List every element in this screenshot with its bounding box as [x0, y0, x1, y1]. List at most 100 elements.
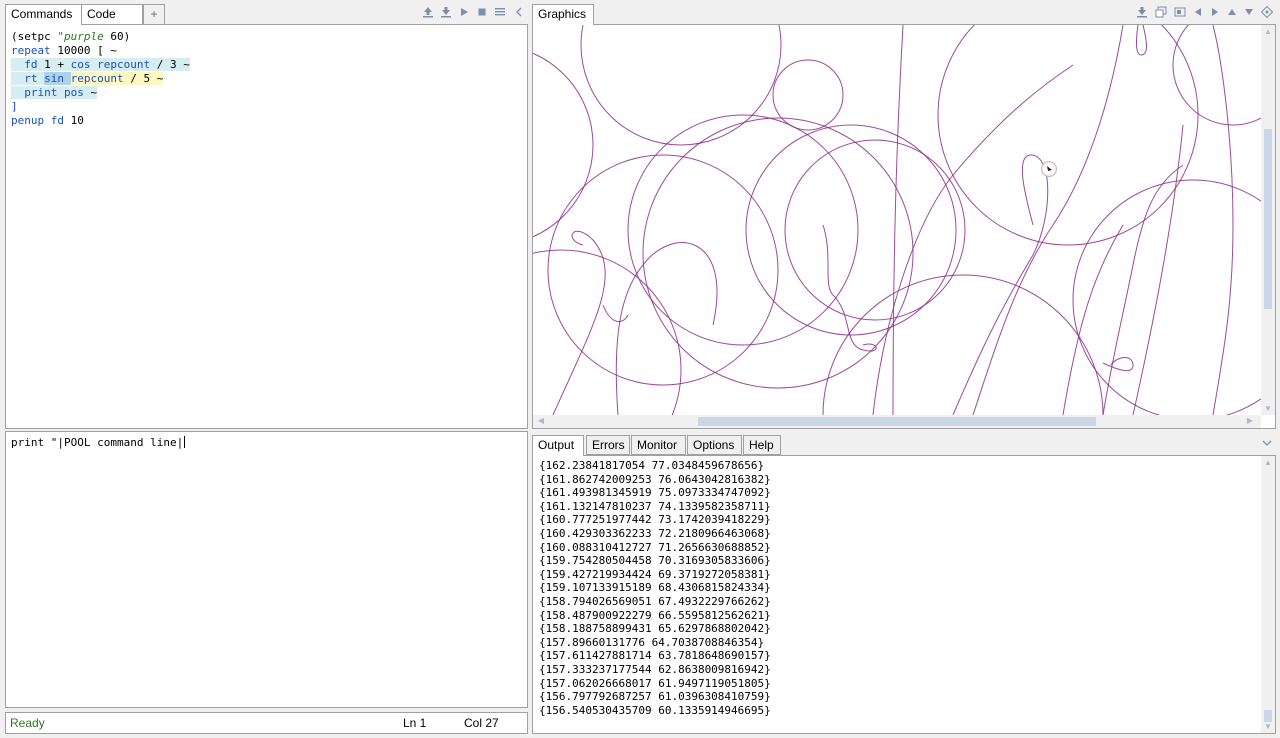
- code-keyword: pos: [63, 86, 84, 99]
- copy-image-icon[interactable]: [1155, 6, 1167, 18]
- code-keyword: print: [11, 86, 58, 99]
- code-keyword-selected: sin: [44, 72, 64, 85]
- pen-stroke: [602, 304, 629, 323]
- output-line: {157.062026668017 61.9497119051805}: [539, 676, 771, 690]
- collapse-left-icon[interactable]: [513, 6, 525, 18]
- code-line-3: fd 1 + cos repcount / 3 ~: [11, 58, 190, 72]
- tab-output[interactable]: Output: [532, 435, 584, 456]
- tab-monitor[interactable]: Monitor: [631, 435, 686, 455]
- scroll-down-arrow[interactable]: ▼: [1263, 723, 1273, 731]
- pen-stroke: [892, 25, 904, 415]
- save-image-icon[interactable]: [1136, 6, 1148, 18]
- pan-down-icon[interactable]: [1243, 6, 1255, 18]
- output-line: {157.89660131776 64.7038708846354}: [539, 635, 765, 649]
- command-line-input[interactable]: print "|POOL command line|: [5, 431, 528, 708]
- fit-icon[interactable]: [1174, 6, 1186, 18]
- status-bar: Ready Ln 1 Col 27: [5, 712, 528, 734]
- code-token: / 5 ~: [123, 72, 164, 85]
- code-token: 10: [64, 114, 84, 127]
- pen-stroke: [1132, 124, 1184, 415]
- output-pane[interactable]: {162.23841817054 77.0348459678656} {161.8…: [532, 455, 1276, 734]
- export-icon[interactable]: [440, 6, 452, 18]
- pen-stroke: [580, 25, 782, 146]
- tab-errors[interactable]: Errors: [586, 435, 630, 455]
- code-token: ~: [83, 86, 98, 99]
- code-keyword: repcount: [97, 58, 151, 71]
- scroll-up-arrow[interactable]: ▲: [1263, 28, 1273, 36]
- code-token: 10000 [ ~: [50, 44, 117, 57]
- output-line: {156.540530435709 60.1335914946695}: [539, 703, 771, 717]
- scroll-left-arrow[interactable]: ◀: [536, 417, 546, 425]
- pen-stroke: [972, 25, 1124, 415]
- scroll-up-arrow[interactable]: ▲: [1263, 459, 1273, 467]
- output-line: {158.188758899431 65.6297868802042}: [539, 622, 771, 636]
- center-icon[interactable]: [1260, 5, 1274, 19]
- status-text: Ready: [10, 716, 45, 730]
- list-icon[interactable]: [494, 6, 506, 18]
- chevron-down-icon[interactable]: [1261, 437, 1273, 449]
- horizontal-scroll-thumb[interactable]: [698, 417, 1096, 426]
- pen-stroke: [784, 139, 966, 321]
- pen-stroke: [627, 114, 859, 346]
- turtle-drawing: [533, 25, 1261, 415]
- output-vertical-scrollbar[interactable]: ▲ ▼: [1261, 456, 1275, 733]
- pen-stroke: [952, 154, 1049, 415]
- tab-code[interactable]: Code: [81, 4, 143, 24]
- pan-up-icon[interactable]: [1226, 6, 1238, 18]
- status-col: Col 27: [464, 716, 499, 730]
- code-line-6: ]: [11, 100, 18, 113]
- add-tab-button[interactable]: +: [143, 4, 165, 24]
- pen-stroke: [1136, 25, 1147, 56]
- tab-options[interactable]: Options: [687, 435, 742, 455]
- pen-stroke: [772, 59, 844, 131]
- tab-commands[interactable]: Commands: [5, 4, 82, 25]
- pen-stroke: [533, 249, 682, 415]
- tab-help[interactable]: Help: [743, 435, 781, 455]
- output-line: {160.777251977442 73.1742039418229}: [539, 513, 771, 527]
- output-scroll-thumb[interactable]: [1264, 710, 1272, 722]
- pen-stroke: [533, 52, 594, 238]
- graphics-vertical-scrollbar[interactable]: ▲ ▼: [1261, 25, 1275, 415]
- command-line-text: print "|POOL command line|: [11, 436, 184, 449]
- pen-stroke: [822, 274, 1104, 415]
- turtle-icon: [1041, 161, 1057, 177]
- tab-graphics[interactable]: Graphics: [532, 4, 594, 25]
- output-line: {162.23841817054 77.0348459678656}: [539, 459, 765, 472]
- output-line: {160.429303362233 72.2180966463068}: [539, 526, 771, 540]
- pan-right-icon[interactable]: [1209, 6, 1221, 18]
- code-token: 1 +: [37, 58, 71, 71]
- code-keyword: repcount: [70, 72, 124, 85]
- code-token: (setpc: [11, 30, 58, 43]
- code-line-7: penup fd 10: [11, 114, 190, 128]
- output-line: {159.107133915189 68.4306815824334}: [539, 581, 771, 595]
- stop-icon[interactable]: [476, 6, 488, 18]
- output-line: {160.088310412727 71.2656630688852}: [539, 540, 771, 554]
- output-line: {158.487900922279 66.5595812562621}: [539, 608, 771, 622]
- pen-stroke: [642, 117, 914, 389]
- import-icon[interactable]: [422, 6, 434, 18]
- commands-editor[interactable]: (setpc "purple 60) repeat 10000 [ ~ fd 1…: [5, 24, 528, 429]
- code-line-1: (setpc "purple 60): [11, 30, 190, 44]
- output-line: {159.427219934424 69.3719272058381}: [539, 567, 771, 581]
- code-token: / 3 ~: [150, 58, 190, 71]
- code-keyword: rt: [11, 72, 38, 85]
- scroll-right-arrow[interactable]: ▶: [1245, 417, 1255, 425]
- vertical-scroll-thumb[interactable]: [1264, 129, 1272, 309]
- pen-stroke: [1172, 25, 1261, 126]
- graphics-horizontal-scrollbar[interactable]: ◀ ▶: [533, 415, 1261, 428]
- output-line: {156.797792687257 61.0396308410759}: [539, 690, 771, 704]
- pan-left-icon[interactable]: [1192, 6, 1204, 18]
- pen-stroke: [745, 124, 957, 336]
- code-line-4: rt sin repcount / 5 ~: [11, 72, 190, 86]
- code-line-2: repeat 10000 [ ~: [11, 44, 190, 58]
- scroll-down-arrow[interactable]: ▼: [1263, 405, 1273, 413]
- code-string: "purple: [57, 30, 104, 43]
- pen-stroke: [1102, 357, 1134, 372]
- pen-stroke: [1102, 164, 1184, 415]
- graphics-canvas[interactable]: ▲ ▼ ◀ ▶: [532, 24, 1276, 429]
- code-keyword: fd: [50, 114, 64, 127]
- output-list: {162.23841817054 77.0348459678656} {161.8…: [539, 459, 771, 717]
- pen-stroke: [1212, 25, 1234, 415]
- run-icon[interactable]: [458, 6, 470, 18]
- output-line: {161.132147810237 74.1339582358711}: [539, 499, 771, 513]
